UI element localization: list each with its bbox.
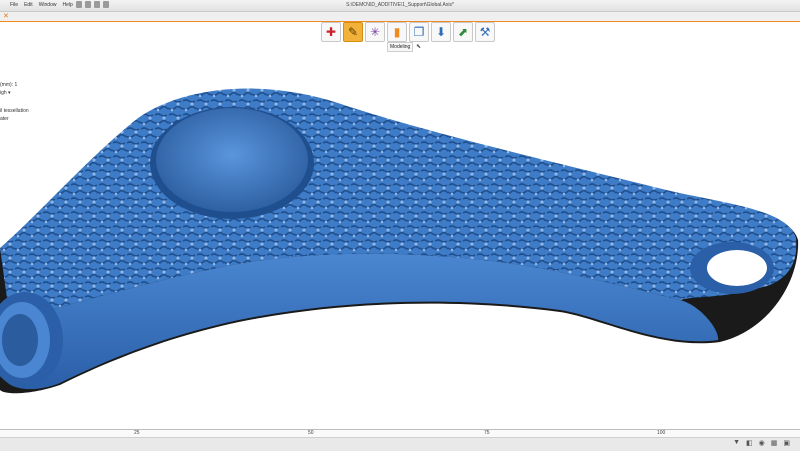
star-icon: ✳ (369, 25, 381, 39)
copy-button[interactable]: ❐ (409, 22, 429, 42)
close-icon[interactable]: ✕ (3, 12, 9, 21)
3d-viewport[interactable] (0, 22, 800, 429)
eye-icon[interactable]: ◉ (759, 439, 765, 447)
add-icon: ✚ (325, 25, 337, 39)
tools-icon: ⚒ (479, 25, 491, 39)
download-button[interactable]: ⬇ (431, 22, 451, 42)
tab-bar: ✕ (0, 12, 800, 22)
main-bore-inner (156, 108, 308, 212)
view-icon[interactable]: ◧ (746, 439, 753, 447)
title-bar: File Edit Window Help S:\DEMO\6D_ADDITIV… (0, 0, 800, 12)
add-button[interactable]: ✚ (321, 22, 341, 42)
copy-icon: ❐ (413, 25, 425, 39)
status-icons: ▼ ◧ ◉ ▦ ▣ (733, 439, 790, 447)
signal-button[interactable]: ▮ (387, 22, 407, 42)
star-button[interactable]: ✳ (365, 22, 385, 42)
modeling-toolbar: ✚ ✎ ✳ ▮ ❐ ⬇ ⬈ ⚒ (321, 22, 495, 42)
toolbar-tooltip: Modeling (387, 42, 414, 52)
status-bar (0, 437, 800, 451)
window-title: S:\DEMO\6D_ADDITIVE\1_Support\Global.Axi… (346, 2, 454, 8)
side-panel-line: (mm): 1 (0, 82, 18, 88)
ruler-tick: 100 (657, 430, 666, 436)
ruler-tick: 25 (134, 430, 140, 436)
cube-icon[interactable]: ▣ (783, 439, 790, 447)
ruler-tick: 50 (308, 430, 314, 436)
export-button[interactable]: ⬈ (453, 22, 473, 42)
download-icon: ⬇ (435, 25, 447, 39)
tools-button[interactable]: ⚒ (475, 22, 495, 42)
ruler-tick: 75 (484, 430, 490, 436)
signal-bars-icon: ▮ (393, 25, 401, 39)
cursor-icon: ⬉ (416, 44, 422, 50)
export-icon: ⬈ (457, 25, 469, 39)
side-panel-line: ater (0, 116, 9, 122)
grid-icon[interactable]: ▦ (771, 439, 778, 447)
modeling-button[interactable]: ✎ (343, 22, 363, 42)
side-panel-line: il tessellation (0, 108, 29, 114)
left-bushing-inner (2, 314, 38, 366)
side-panel-line[interactable]: igh ▾ (0, 90, 11, 96)
ruler-labels: 25 50 75 100 (0, 429, 800, 437)
end-hole (707, 250, 767, 286)
modeling-icon: ✎ (347, 25, 359, 39)
filter-icon[interactable]: ▼ (733, 439, 740, 447)
